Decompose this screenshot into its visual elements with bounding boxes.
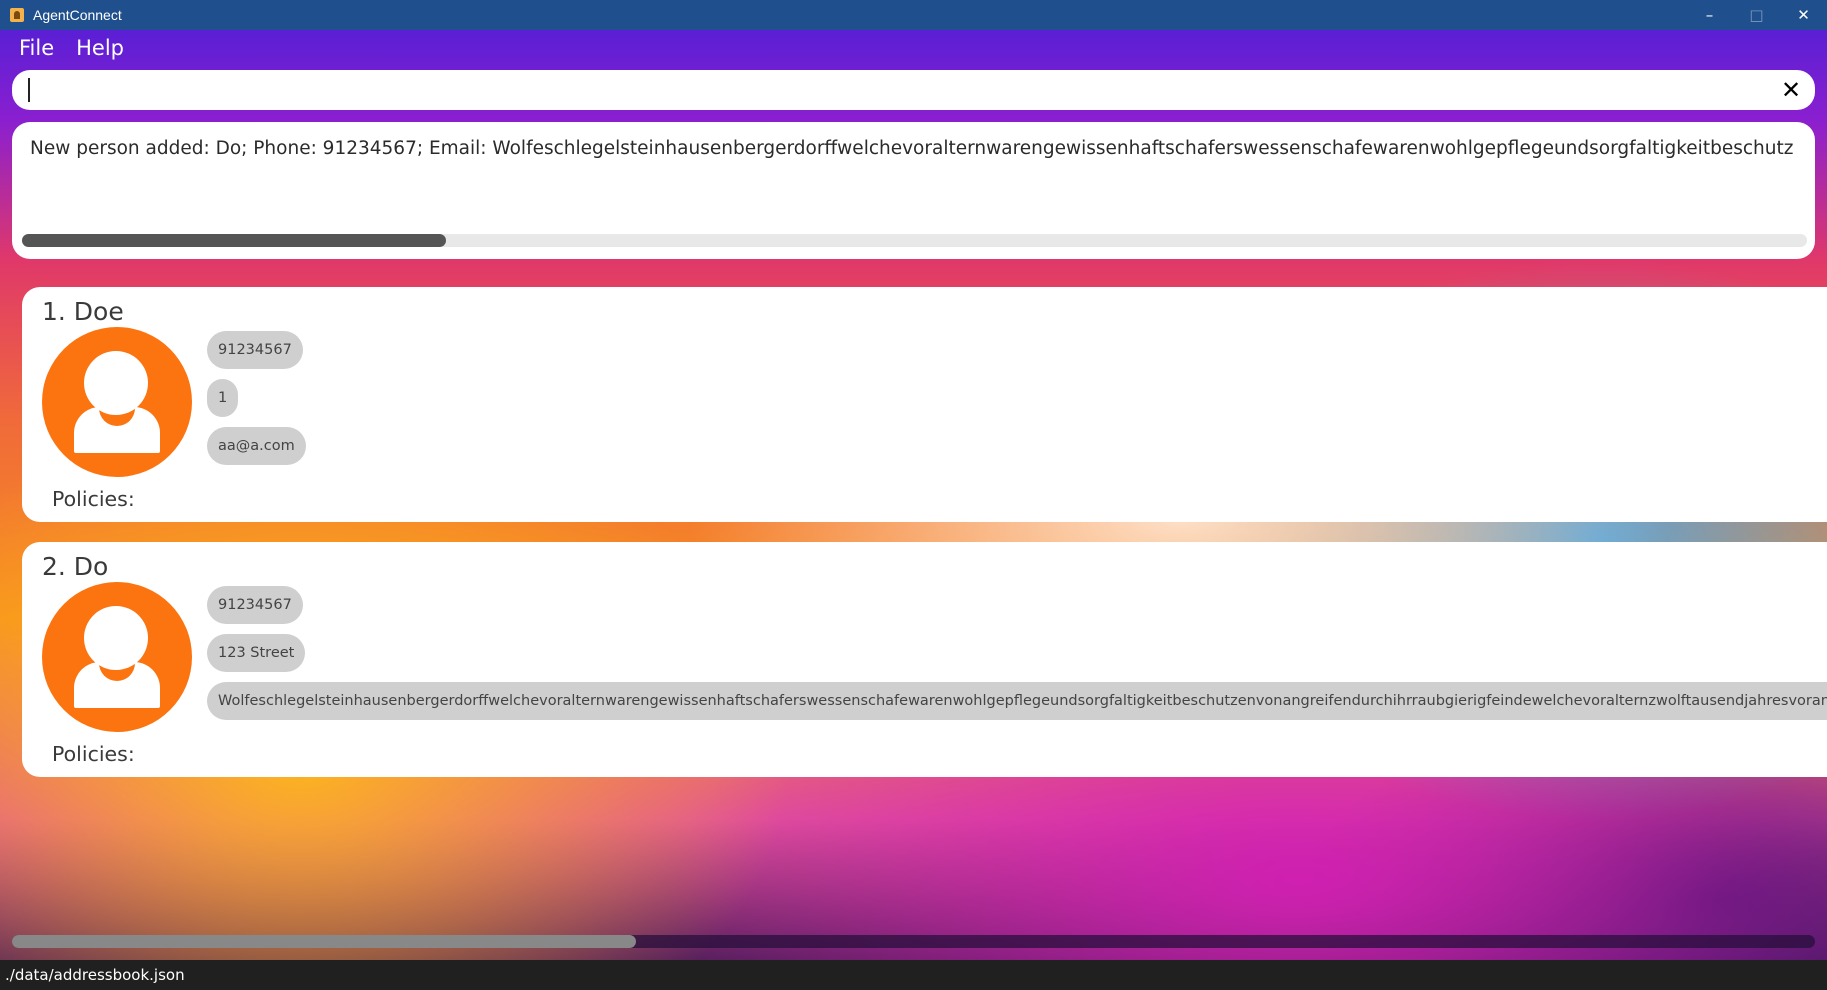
clear-icon[interactable]: ✕ bbox=[1777, 76, 1805, 104]
window-controls: – □ ✕ bbox=[1686, 0, 1827, 30]
result-scrollbar-thumb[interactable] bbox=[22, 234, 446, 247]
avatar-icon bbox=[42, 582, 192, 732]
text-caret bbox=[28, 78, 30, 102]
menu-bar: File Help bbox=[0, 30, 127, 66]
result-message: New person added: Do; Phone: 91234567; E… bbox=[30, 138, 1794, 159]
command-input[interactable] bbox=[26, 74, 1766, 106]
phone-tag: 91234567 bbox=[207, 331, 303, 369]
data-file-path: ./data/addressbook.json bbox=[5, 966, 185, 984]
avatar-icon bbox=[42, 327, 192, 477]
address-tag: 123 Street bbox=[207, 634, 306, 672]
result-display: New person added: Do; Phone: 91234567; E… bbox=[12, 122, 1815, 259]
person-card[interactable]: 2. Do 91234567 123 Street Wolfeschlegels… bbox=[22, 542, 1827, 777]
command-box: ✕ bbox=[12, 70, 1815, 110]
list-scrollbar[interactable] bbox=[12, 935, 1815, 948]
person-name: 1. Doe bbox=[42, 297, 124, 326]
person-card[interactable]: 1. Doe 91234567 1 aa@a.com Policies: bbox=[22, 287, 1827, 522]
menu-help[interactable]: Help bbox=[76, 36, 124, 60]
minimize-button[interactable]: – bbox=[1686, 0, 1733, 30]
maximize-button[interactable]: □ bbox=[1733, 0, 1780, 30]
result-scrollbar[interactable] bbox=[22, 234, 1807, 247]
close-window-button[interactable]: ✕ bbox=[1780, 0, 1827, 30]
title-bar: AgentConnect – □ ✕ bbox=[0, 0, 1827, 30]
email-tag: Wolfeschlegelsteinhausenbergerdorffwelch… bbox=[207, 682, 1827, 720]
person-name: 2. Do bbox=[42, 552, 109, 581]
status-bar: ./data/addressbook.json bbox=[0, 960, 1827, 990]
policies-label: Policies: bbox=[52, 742, 135, 766]
window-title: AgentConnect bbox=[33, 7, 122, 23]
phone-tag: 91234567 bbox=[207, 586, 303, 624]
list-scrollbar-thumb[interactable] bbox=[12, 935, 636, 948]
email-tag: aa@a.com bbox=[207, 427, 306, 465]
menu-file[interactable]: File bbox=[19, 36, 54, 60]
app-icon bbox=[10, 8, 24, 22]
policies-label: Policies: bbox=[52, 487, 135, 511]
address-tag: 1 bbox=[207, 379, 239, 417]
